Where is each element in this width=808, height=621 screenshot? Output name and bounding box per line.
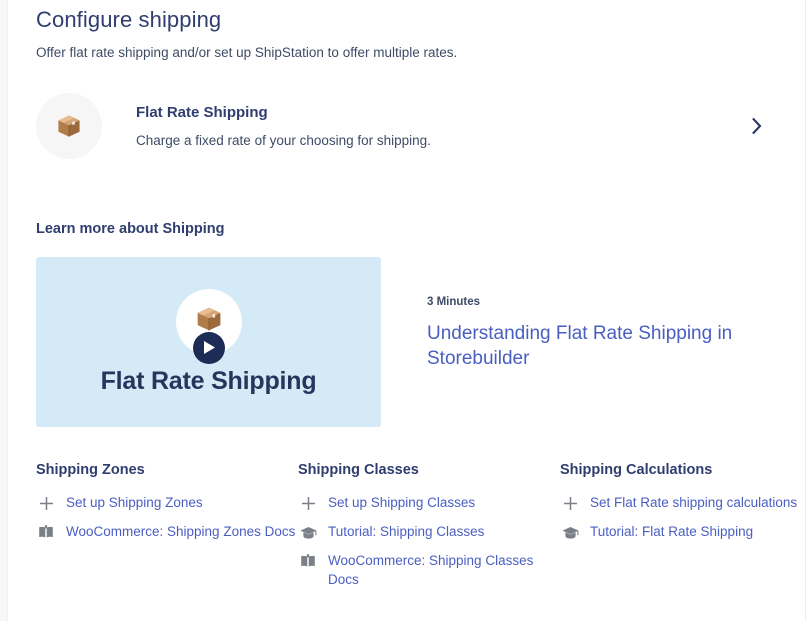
resource-column-title: Shipping Calculations: [560, 462, 713, 478]
book-icon: [36, 523, 56, 542]
resource-columns: Shipping Zones Set up Shipping Zones Woo…: [36, 460, 797, 598]
video-block: Flat Rate Shipping 3 Minutes Understandi…: [36, 257, 779, 427]
plus-icon: [298, 494, 318, 513]
resource-column-shipping-calculations: Shipping Calculations Set Flat Rate ship…: [560, 460, 808, 598]
video-title-link[interactable]: Understanding Flat Rate Shipping in Stor…: [427, 321, 752, 371]
resource-link-tutorial-flat-rate-shipping[interactable]: Tutorial: Flat Rate Shipping: [560, 522, 808, 542]
resource-link-label: Tutorial: Flat Rate Shipping: [590, 524, 754, 539]
book-icon: [298, 552, 318, 571]
left-gutter-strip: [0, 0, 8, 621]
resource-link-label: Set up Shipping Classes: [328, 495, 476, 510]
plus-icon: [36, 494, 56, 513]
resource-link-woocommerce-shipping-zones-docs[interactable]: WooCommerce: Shipping Zones Docs: [36, 522, 298, 542]
page-subtitle: Offer flat rate shipping and/or set up S…: [36, 45, 458, 60]
resource-link-label: WooCommerce: Shipping Classes Docs: [328, 553, 534, 587]
content-panel: Configure shipping Offer flat rate shipp…: [9, 0, 805, 621]
resource-link-label: Set Flat Rate shipping calculations: [590, 495, 798, 510]
resource-column-shipping-zones: Shipping Zones Set up Shipping Zones Woo…: [36, 460, 298, 598]
video-play-button[interactable]: [192, 331, 225, 364]
chevron-right-icon: [752, 118, 762, 134]
resource-column-title: Shipping Zones: [36, 462, 145, 478]
resource-link-set-flat-rate-shipping-calculations[interactable]: Set Flat Rate shipping calculations: [560, 493, 808, 513]
page-title: Configure shipping: [36, 7, 222, 32]
video-thumbnail-caption: Flat Rate Shipping: [100, 366, 317, 395]
package-box-icon: [58, 115, 80, 137]
resource-link-woocommerce-shipping-classes-docs[interactable]: WooCommerce: Shipping Classes Docs: [298, 551, 560, 589]
video-meta: 3 Minutes Understanding Flat Rate Shippi…: [381, 257, 779, 371]
video-thumbnail[interactable]: Flat Rate Shipping: [36, 257, 381, 427]
shipping-settings-screen: Configure shipping Offer flat rate shipp…: [0, 0, 808, 621]
learn-more-heading: Learn more about Shipping: [36, 221, 225, 237]
graduation-cap-icon: [298, 523, 318, 542]
shipping-method-avatar: [36, 93, 102, 159]
play-icon: [204, 341, 215, 354]
resource-link-set-up-shipping-zones[interactable]: Set up Shipping Zones: [36, 493, 298, 513]
resource-link-set-up-shipping-classes[interactable]: Set up Shipping Classes: [298, 493, 560, 513]
video-duration: 3 Minutes: [427, 296, 481, 308]
shipping-method-text: Flat Rate Shipping Charge a fixed rate o…: [102, 102, 744, 151]
resource-link-label: Tutorial: Shipping Classes: [328, 524, 485, 539]
resource-column-shipping-classes: Shipping Classes Set up Shipping Classes: [298, 460, 560, 598]
graduation-cap-icon: [560, 523, 580, 542]
shipping-method-description: Charge a fixed rate of your choosing for…: [136, 132, 431, 148]
resource-link-tutorial-shipping-classes[interactable]: Tutorial: Shipping Classes: [298, 522, 560, 542]
plus-icon: [560, 494, 580, 513]
shipping-method-row-flat-rate[interactable]: Flat Rate Shipping Charge a fixed rate o…: [36, 92, 779, 160]
package-box-icon: [197, 307, 220, 330]
video-thumbnail-badge: [175, 288, 242, 364]
resource-link-label: WooCommerce: Shipping Zones Docs: [66, 524, 296, 539]
shipping-method-expand-button[interactable]: [744, 113, 770, 139]
shipping-method-name: Flat Rate Shipping: [136, 103, 268, 121]
resource-column-title: Shipping Classes: [298, 462, 419, 478]
resource-link-label: Set up Shipping Zones: [66, 495, 203, 510]
